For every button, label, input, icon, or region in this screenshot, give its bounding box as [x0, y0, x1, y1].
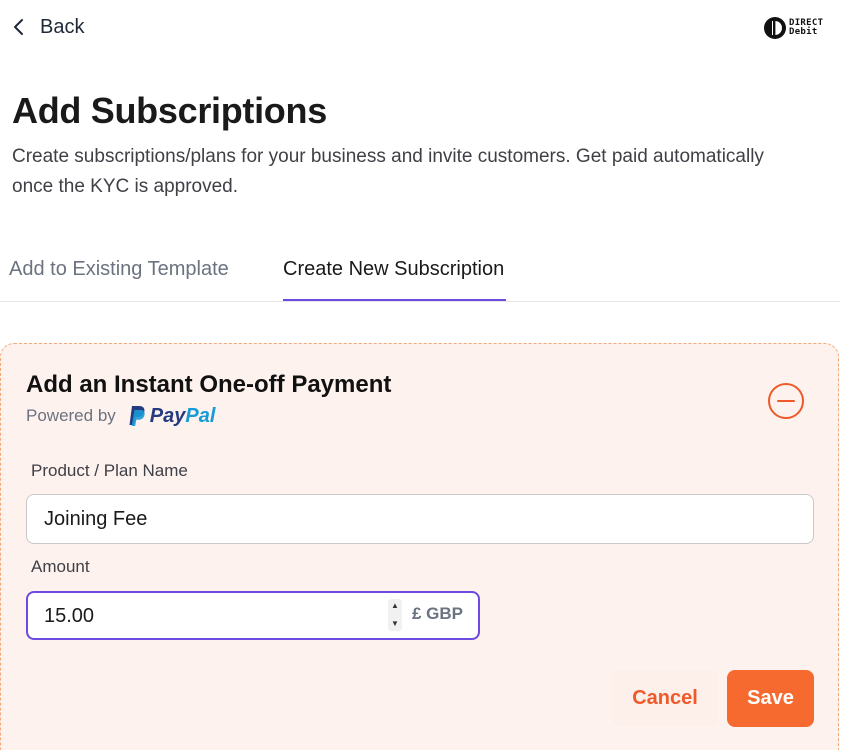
chevron-left-icon [14, 19, 23, 35]
tab-bar: Add to Existing Template Create New Subs… [0, 248, 840, 302]
paypal-word-pay: Pay [149, 404, 186, 427]
save-button[interactable]: Save [727, 670, 814, 727]
logo-line-2: Debit [789, 27, 818, 37]
powered-by-paypal: Powered by PayPal [26, 404, 215, 428]
minus-circle-icon[interactable] [767, 382, 805, 420]
paypal-word-pal: Pal [185, 404, 216, 427]
one-off-payment-card: Add an Instant One-off Payment Powered b… [0, 343, 839, 750]
plan-name-value: Joining Fee [44, 507, 148, 530]
amount-input[interactable]: 15.00 ▲ ▼ £ GBP [26, 591, 480, 640]
amount-label: Amount [31, 557, 90, 576]
direct-debit-emblem-icon [764, 17, 786, 39]
page-subtitle: Create subscriptions/plans for your busi… [12, 146, 764, 197]
back-label: Back [40, 15, 85, 38]
powered-by-label: Powered by [26, 406, 116, 425]
card-title: Add an Instant One-off Payment [26, 371, 392, 398]
tab-create-new-subscription[interactable]: Create New Subscription [283, 258, 507, 301]
paypal-logo-icon [129, 406, 145, 426]
cancel-button[interactable]: Cancel [612, 670, 718, 726]
back-button[interactable]: Back [10, 14, 84, 40]
currency-suffix: £ GBP [412, 604, 464, 623]
amount-value: 15.00 [44, 605, 95, 627]
direct-debit-logo: DIRECT Debit [763, 16, 823, 40]
plan-name-input[interactable]: Joining Fee [26, 494, 814, 544]
plan-name-label: Product / Plan Name [31, 461, 188, 480]
page-title: Add Subscriptions [12, 90, 327, 131]
paypal-logo: PayPal [126, 404, 216, 428]
amount-stepper[interactable]: ▲ ▼ [388, 599, 402, 631]
top-bar: Back DIRECT Debit [0, 0, 864, 56]
caret-down-icon[interactable]: ▼ [391, 619, 399, 629]
caret-up-icon[interactable]: ▲ [391, 601, 399, 611]
tab-add-to-existing-template[interactable]: Add to Existing Template [9, 258, 229, 299]
